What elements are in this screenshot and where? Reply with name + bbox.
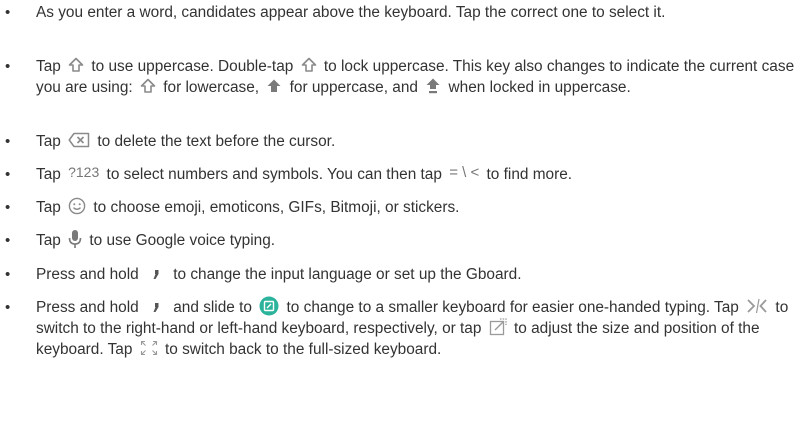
shift-outline-icon bbox=[140, 78, 156, 94]
bullet: • bbox=[5, 4, 11, 21]
text-segment: and slide to bbox=[173, 299, 252, 316]
shift-outline-icon bbox=[68, 57, 84, 73]
text-segment: to switch back to the full-sized keyboar… bbox=[164, 341, 442, 358]
bullet: • bbox=[5, 199, 11, 216]
text-segment: to change the input language or set up t… bbox=[173, 266, 522, 283]
text-segment: to use Google voice typing. bbox=[89, 232, 276, 249]
backspace-icon bbox=[68, 132, 90, 148]
text-segment: Tap bbox=[36, 166, 61, 183]
text-segment: As you enter a word, candidates appear a… bbox=[36, 4, 666, 21]
more-symbols-key-icon: = \ < bbox=[449, 164, 480, 182]
expand-icon bbox=[140, 340, 158, 356]
numbers-symbols-key-icon: ?123 bbox=[68, 164, 100, 181]
shift-locked-icon bbox=[425, 77, 441, 95]
shift-filled-icon bbox=[266, 78, 282, 94]
text-segment: Press and hold bbox=[36, 299, 139, 316]
text-segment: Tap bbox=[36, 58, 61, 75]
resize-icon bbox=[489, 318, 507, 336]
bullet: • bbox=[5, 266, 11, 283]
bullet: • bbox=[5, 232, 11, 249]
item-text: Press and hold and slide to to change to… bbox=[36, 296, 803, 360]
item-text: Tap to use Google voice typing. bbox=[36, 229, 803, 251]
item-text: Press and hold to change the input langu… bbox=[36, 264, 803, 285]
text-segment: to use uppercase. Double-tap bbox=[91, 58, 294, 75]
item-text: Tap ?123 to select numbers and symbols. … bbox=[36, 164, 803, 185]
chevron-switch-icon bbox=[746, 298, 768, 314]
text-segment: Tap bbox=[36, 232, 61, 249]
text-segment: Tap bbox=[36, 199, 61, 216]
text-segment: to select numbers and symbols. You can t… bbox=[106, 166, 442, 183]
item-text: Tap to delete the text before the cursor… bbox=[36, 131, 803, 152]
microphone-icon bbox=[68, 229, 82, 249]
bullet: • bbox=[5, 299, 11, 316]
bullet: • bbox=[5, 133, 11, 150]
text-segment: to delete the text before the cursor. bbox=[97, 133, 336, 150]
bullet: • bbox=[5, 58, 11, 75]
text-segment: Tap bbox=[36, 133, 61, 150]
comma-key-icon bbox=[151, 298, 161, 314]
text-segment: for lowercase, bbox=[163, 79, 260, 96]
comma-key-icon bbox=[151, 265, 161, 281]
emoji-icon bbox=[68, 197, 86, 215]
bullet: • bbox=[5, 166, 11, 183]
item-text: Tap to choose emoji, emoticons, GIFs, Bi… bbox=[36, 197, 803, 218]
one-handed-mode-icon bbox=[259, 296, 279, 316]
text-segment: to find more. bbox=[486, 166, 573, 183]
text-segment: Press and hold bbox=[36, 266, 139, 283]
text-segment: to choose emoji, emoticons, GIFs, Bitmoj… bbox=[93, 199, 460, 216]
shift-outline-icon bbox=[301, 57, 317, 73]
text-segment: when locked in uppercase. bbox=[448, 79, 631, 96]
text-segment: to change to a smaller keyboard for easi… bbox=[286, 299, 739, 316]
text-segment: for uppercase, and bbox=[289, 79, 418, 96]
item-text: Tap to use uppercase. Double-tap to lock… bbox=[36, 56, 803, 98]
item-text: As you enter a word, candidates appear a… bbox=[36, 2, 803, 23]
